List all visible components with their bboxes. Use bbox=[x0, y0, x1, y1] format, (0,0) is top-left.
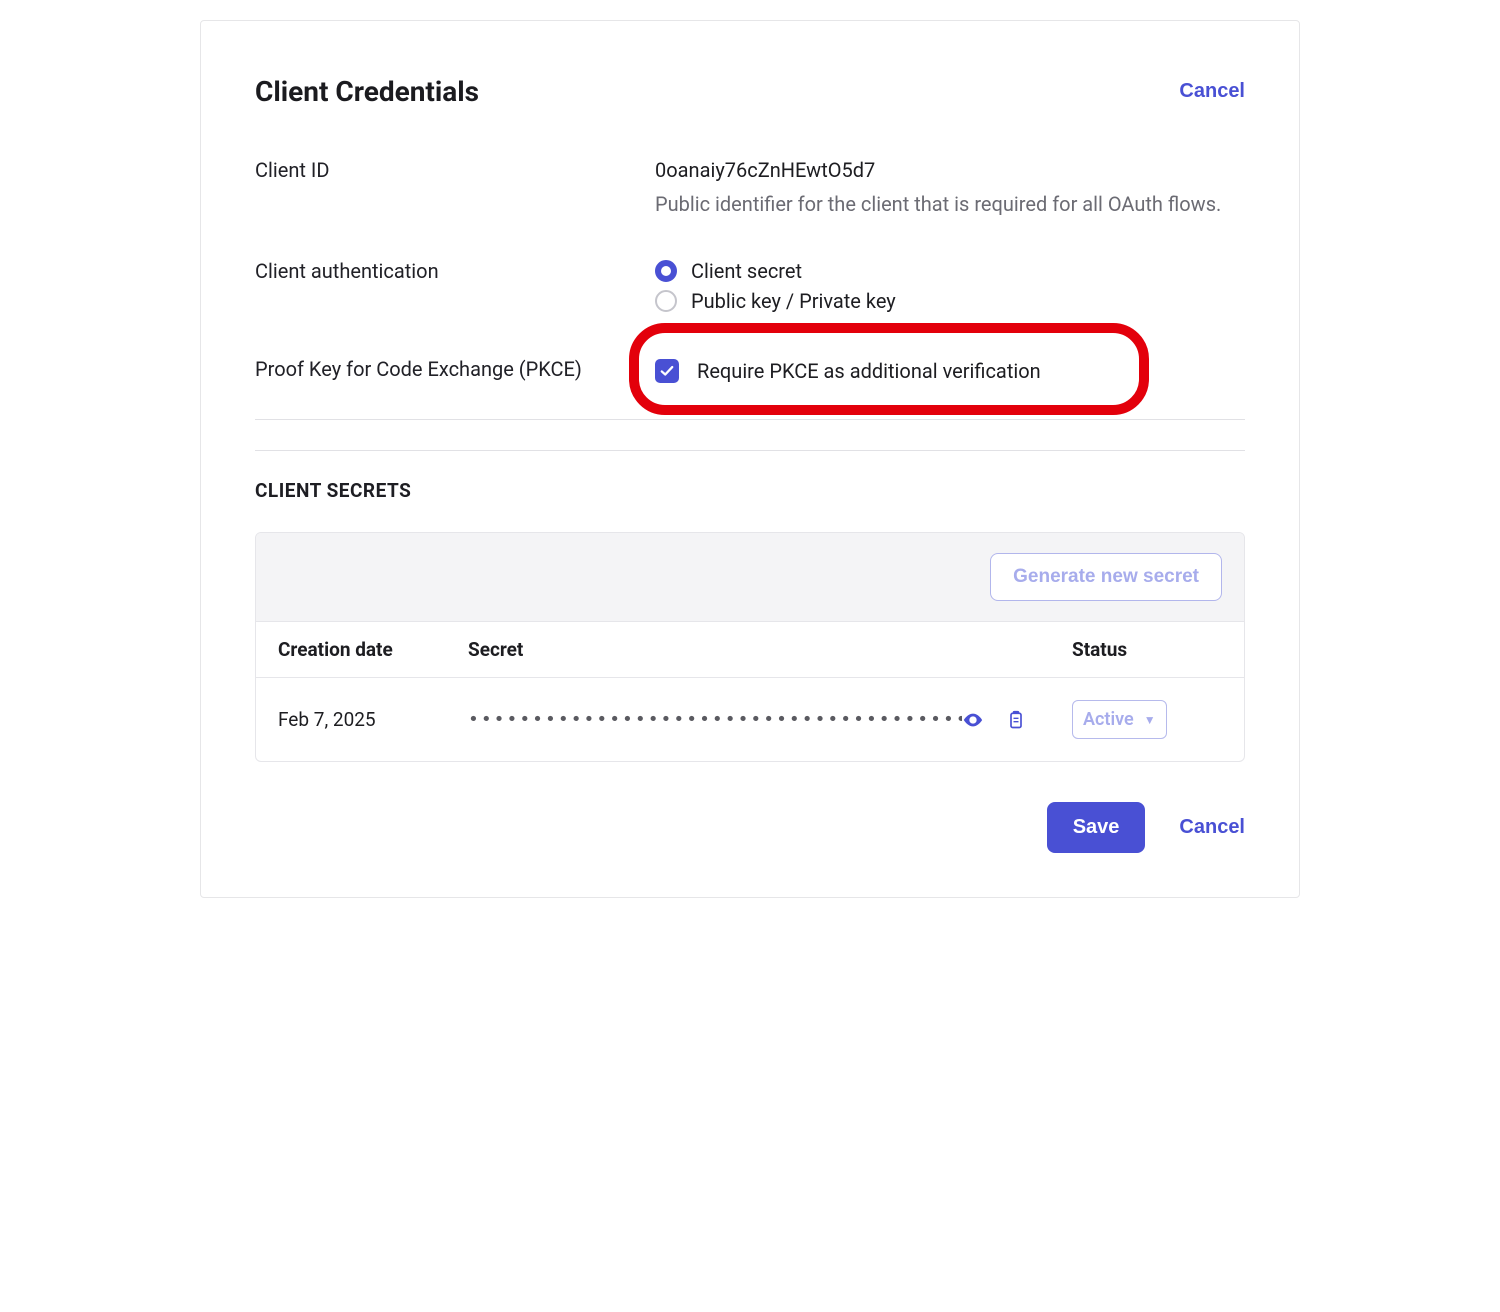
secret-actions bbox=[962, 709, 1072, 731]
pkce-checkbox-wrap[interactable]: Require PKCE as additional verification bbox=[655, 353, 1245, 389]
divider bbox=[255, 450, 1245, 451]
generate-new-secret-button[interactable]: Generate new secret bbox=[990, 553, 1222, 601]
footer-actions: Save Cancel bbox=[255, 802, 1245, 853]
cancel-button-bottom[interactable]: Cancel bbox=[1179, 816, 1245, 839]
column-header-secret: Secret bbox=[468, 638, 962, 661]
column-header-status: Status bbox=[1072, 638, 1222, 661]
client-secrets-table: Generate new secret Creation date Secret… bbox=[255, 532, 1245, 762]
cancel-button-top[interactable]: Cancel bbox=[1179, 80, 1245, 103]
save-button[interactable]: Save bbox=[1047, 802, 1146, 853]
checkbox-checked-icon bbox=[655, 359, 679, 383]
client-id-value-wrap: 0oanaiy76cZnHEwtO5d7 Public identifier f… bbox=[655, 158, 1245, 219]
client-id-row: Client ID 0oanaiy76cZnHEwtO5d7 Public id… bbox=[255, 158, 1245, 219]
panel-title: Client Credentials bbox=[255, 75, 479, 108]
table-row: Feb 7, 2025 ••••••••••••••••••••••••••••… bbox=[256, 678, 1244, 761]
client-auth-option-secret[interactable]: Client secret bbox=[655, 259, 1245, 283]
client-id-label: Client ID bbox=[255, 158, 655, 182]
status-dropdown[interactable]: Active ▼ bbox=[1072, 700, 1167, 739]
column-header-date: Creation date bbox=[278, 638, 468, 661]
clipboard-icon bbox=[1006, 709, 1026, 731]
chevron-down-icon: ▼ bbox=[1144, 713, 1156, 727]
eye-icon bbox=[962, 709, 984, 731]
radio-unselected-icon bbox=[655, 290, 677, 312]
secret-date: Feb 7, 2025 bbox=[278, 708, 468, 731]
client-auth-options: Client secret Public key / Private key bbox=[655, 259, 1245, 313]
client-auth-option-label: Public key / Private key bbox=[691, 289, 896, 313]
pkce-row: Proof Key for Code Exchange (PKCE) Requi… bbox=[255, 353, 1245, 389]
column-header-actions bbox=[962, 638, 1072, 661]
secrets-toolbar: Generate new secret bbox=[256, 533, 1244, 622]
pkce-checkbox-label: Require PKCE as additional verification bbox=[697, 359, 1041, 383]
client-auth-row: Client authentication Client secret Publ… bbox=[255, 259, 1245, 313]
client-id-help: Public identifier for the client that is… bbox=[655, 190, 1245, 219]
status-value: Active bbox=[1083, 709, 1134, 730]
secret-status-cell: Active ▼ bbox=[1072, 700, 1222, 739]
divider bbox=[255, 419, 1245, 420]
client-auth-label: Client authentication bbox=[255, 259, 655, 283]
pkce-value: Require PKCE as additional verification bbox=[655, 353, 1245, 389]
client-auth-option-publickey[interactable]: Public key / Private key bbox=[655, 289, 1245, 313]
client-id-value: 0oanaiy76cZnHEwtO5d7 bbox=[655, 158, 1245, 182]
client-credentials-panel: Client Credentials Cancel Client ID 0oan… bbox=[200, 20, 1300, 898]
radio-selected-icon bbox=[655, 260, 677, 282]
client-secrets-title: CLIENT SECRETS bbox=[255, 479, 1245, 502]
reveal-secret-button[interactable] bbox=[962, 709, 984, 731]
secrets-header-row: Creation date Secret Status bbox=[256, 622, 1244, 678]
pkce-label: Proof Key for Code Exchange (PKCE) bbox=[255, 353, 655, 381]
panel-header: Client Credentials Cancel bbox=[255, 75, 1245, 108]
secret-mask: •••••••••••••••••••••••••••••••••••••••• bbox=[468, 709, 962, 730]
client-auth-option-label: Client secret bbox=[691, 259, 802, 283]
copy-secret-button[interactable] bbox=[1006, 709, 1026, 731]
